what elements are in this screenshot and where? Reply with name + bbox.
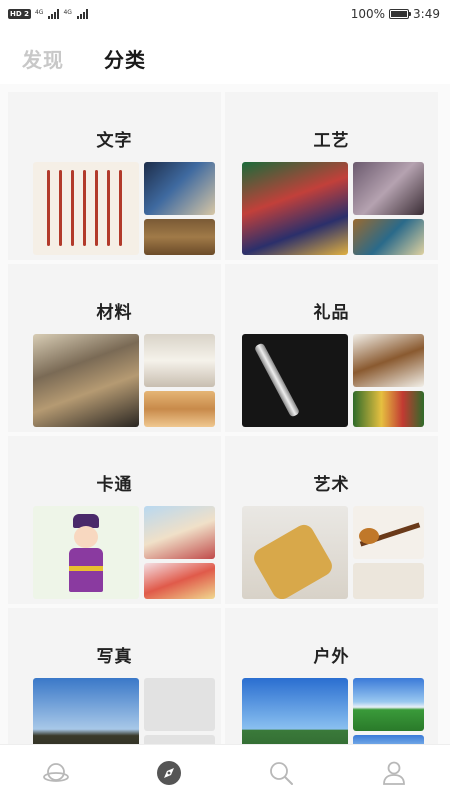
nav-item-profile[interactable] — [374, 753, 414, 793]
category-image-bottom — [353, 219, 424, 255]
category-card-gift[interactable]: 礼品 — [225, 264, 438, 432]
category-card-outdoor[interactable]: 户外 — [225, 608, 438, 744]
category-card-text[interactable]: 文字 — [8, 92, 221, 260]
category-image-main — [242, 678, 348, 744]
category-image-main — [242, 334, 348, 427]
category-image-bottom — [144, 563, 215, 599]
category-image-bottom — [144, 219, 215, 255]
category-title: 卡通 — [96, 475, 133, 495]
category-title: 工艺 — [313, 131, 350, 151]
nav-item-discover[interactable] — [36, 753, 76, 793]
category-image-top — [353, 506, 424, 559]
category-image-top — [144, 162, 215, 215]
category-image-bottom — [144, 391, 215, 427]
category-card-art[interactable]: 艺术 — [225, 436, 438, 604]
category-grid: 文字 工艺 材料 礼品 卡通 艺术 写真 户外 — [0, 84, 450, 744]
category-image-main — [33, 334, 139, 427]
tab-category[interactable]: 分类 — [104, 44, 146, 73]
category-image-main — [33, 162, 139, 255]
category-card-photo[interactable]: 写真 — [8, 608, 221, 744]
status-bar: HD 2 4G 4G 100% 3:49 — [0, 0, 450, 28]
signal-2-label: 4G — [63, 9, 72, 16]
bottom-nav — [0, 744, 450, 800]
category-image-bottom — [353, 391, 424, 427]
category-image-bottom — [353, 563, 424, 599]
category-image-bottom — [144, 735, 215, 744]
status-right: 100% 3:49 — [351, 7, 440, 21]
category-image-top — [353, 678, 424, 731]
category-title: 艺术 — [313, 475, 350, 495]
category-card-material[interactable]: 材料 — [8, 264, 221, 432]
signal-2-icon — [76, 9, 88, 19]
hd-label: HD — [10, 10, 22, 18]
battery-fill — [391, 11, 408, 17]
category-image-top — [144, 334, 215, 387]
battery-percent: 100% — [350, 7, 386, 21]
signal-1-icon — [48, 9, 60, 19]
category-title: 户外 — [313, 647, 350, 667]
category-title: 写真 — [96, 647, 133, 667]
category-title: 文字 — [96, 131, 133, 151]
category-card-cartoon[interactable]: 卡通 — [8, 436, 221, 604]
cartoon-figure — [65, 514, 107, 594]
category-image-top — [353, 162, 424, 215]
user-icon — [382, 761, 405, 785]
category-image-main — [33, 678, 139, 744]
planet-icon — [43, 762, 70, 782]
category-image-top — [353, 334, 424, 387]
battery-icon — [389, 9, 412, 19]
category-card-craft[interactable]: 工艺 — [225, 92, 438, 260]
signal-1-label: 4G — [34, 9, 44, 16]
category-title: 材料 — [96, 303, 133, 323]
status-left: HD 2 4G 4G — [8, 9, 88, 19]
category-image-main — [242, 162, 348, 255]
clock: 3:49 — [413, 7, 440, 21]
compass-icon — [156, 760, 181, 785]
category-image-top — [144, 506, 215, 559]
hd-badge: HD 2 — [8, 9, 31, 19]
nav-item-search[interactable] — [261, 753, 301, 793]
hd-sub: 2 — [24, 10, 29, 18]
search-icon — [270, 761, 294, 785]
category-image-main — [242, 506, 348, 599]
category-image-bottom — [353, 735, 424, 744]
category-image-main — [33, 506, 139, 599]
nav-item-category[interactable] — [149, 753, 189, 793]
category-title: 礼品 — [313, 303, 350, 323]
top-tabs: 发现 分类 — [0, 38, 450, 78]
tab-discover[interactable]: 发现 — [22, 44, 64, 73]
category-image-top — [144, 678, 215, 731]
